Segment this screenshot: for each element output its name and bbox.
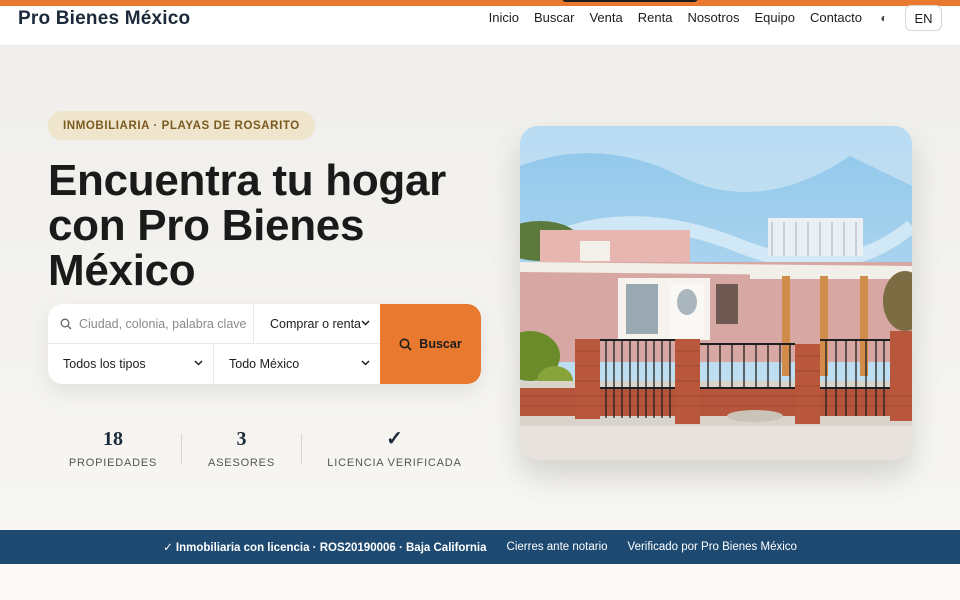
trust-bar: ✓ Inmobiliaria con licencia · ROS2019000… bbox=[0, 530, 960, 564]
chevron-down-icon bbox=[361, 360, 370, 366]
type-select-value: Todos los tipos bbox=[63, 357, 146, 371]
theme-toggle-icon[interactable]: ◐ bbox=[877, 11, 891, 25]
operation-select-value: Comprar o renta bbox=[270, 316, 362, 331]
stat-properties: 18 PROPIEDADES bbox=[48, 426, 178, 476]
search-button-label: Buscar bbox=[419, 337, 462, 351]
chevron-down-icon bbox=[361, 320, 370, 326]
stats-row: 18 PROPIEDADES 3 ASESORES ✓ LICENCIA VER… bbox=[48, 426, 487, 476]
site-header: Pro Bienes México Inicio Buscar Venta Re… bbox=[0, 5, 960, 46]
notary-text: Cierres ante notario bbox=[506, 541, 608, 553]
search-field[interactable] bbox=[48, 304, 254, 344]
verified-text: Verificado por Pro Bienes México bbox=[627, 541, 797, 553]
nav-contacto[interactable]: Contacto bbox=[810, 11, 862, 25]
nav-inicio[interactable]: Inicio bbox=[489, 11, 519, 25]
stat-label: PROPIEDADES bbox=[68, 457, 158, 469]
nav-buscar[interactable]: Buscar bbox=[534, 11, 574, 25]
hero-badge: INMOBILIARIA · PLAYAS DE ROSARITO bbox=[48, 111, 315, 140]
region-select-value: Todo México bbox=[229, 357, 300, 371]
check-icon: ✓ bbox=[386, 428, 403, 450]
stat-agents: 3 ASESORES bbox=[182, 426, 301, 476]
type-select[interactable]: Todos los tipos bbox=[48, 344, 214, 384]
next-section bbox=[0, 564, 960, 600]
stat-label: LICENCIA VERIFICADA bbox=[327, 457, 462, 469]
hero-section: INMOBILIARIA · PLAYAS DE ROSARITO Encuen… bbox=[0, 46, 960, 530]
top-pill bbox=[562, 0, 698, 2]
license-text: ✓ Inmobiliaria con licencia · ROS2019000… bbox=[163, 542, 487, 554]
chevron-down-icon bbox=[194, 360, 203, 366]
nav-renta[interactable]: Renta bbox=[638, 11, 673, 25]
search-icon bbox=[60, 318, 72, 329]
nav-venta[interactable]: Venta bbox=[589, 11, 622, 25]
search-input[interactable] bbox=[79, 316, 247, 331]
search-icon bbox=[399, 338, 412, 351]
nav-equipo[interactable]: Equipo bbox=[754, 11, 794, 25]
search-card: Comprar o renta Todos los tipos Todo Méx… bbox=[48, 304, 481, 384]
hero-title: Encuentra tu hogar con Pro Bienes México bbox=[48, 156, 446, 295]
main-nav: Inicio Buscar Venta Renta Nosotros Equip… bbox=[474, 11, 862, 25]
property-photo bbox=[520, 126, 912, 460]
brand-logo[interactable]: Pro Bienes México bbox=[18, 8, 190, 30]
language-button[interactable]: EN bbox=[905, 5, 942, 31]
search-button[interactable]: Buscar bbox=[380, 304, 481, 384]
stat-value: 18 bbox=[103, 428, 123, 450]
stat-license: ✓ LICENCIA VERIFICADA bbox=[302, 426, 487, 476]
operation-select[interactable]: Comprar o renta bbox=[255, 304, 380, 344]
stat-value: 3 bbox=[236, 428, 247, 450]
stat-label: ASESORES bbox=[208, 457, 275, 469]
nav-nosotros[interactable]: Nosotros bbox=[687, 11, 739, 25]
region-select[interactable]: Todo México bbox=[214, 344, 380, 384]
